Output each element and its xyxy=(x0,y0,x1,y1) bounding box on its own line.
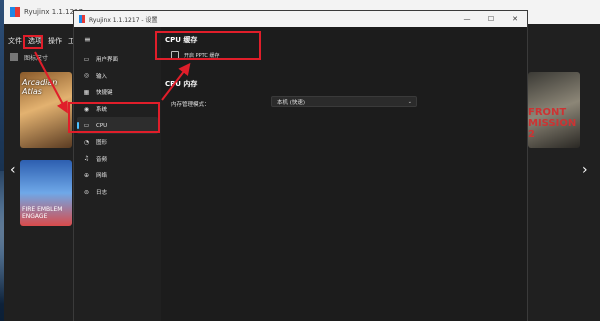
scroll-left-icon[interactable]: ‹ xyxy=(10,162,16,178)
ryujinx-logo-icon xyxy=(79,15,85,23)
menu-file[interactable]: 文件 xyxy=(8,36,22,46)
nav-item-label: 快捷键 xyxy=(96,90,113,97)
nav-item-label: 音频 xyxy=(96,156,108,163)
memory-mode-label: 内存管理模式： xyxy=(171,102,210,108)
log-icon: ⊜ xyxy=(83,188,90,196)
annotation-box-options-menu xyxy=(23,35,43,49)
main-menu-bar: 文件 选项 操作 工具 xyxy=(4,32,82,50)
nav-item-graphics[interactable]: ◔ 图形 xyxy=(74,134,161,151)
keyboard-icon: ▦ xyxy=(83,88,90,96)
game-cover-fire-emblem-engage[interactable]: FIRE EMBLEM ENGAGE xyxy=(20,160,72,226)
nav-item-label: 输入 xyxy=(96,73,108,80)
settings-dialog: Ryujinx 1.1.1217 - 设置 — ☐ ✕ ≡ ▭ 用户界面 ◎ 输… xyxy=(73,10,528,321)
chevron-down-icon: ⌄ xyxy=(407,98,412,105)
memory-mode-select[interactable]: 本机 (快速) ⌄ xyxy=(271,96,417,107)
nav-item-label: 用户界面 xyxy=(96,57,119,64)
nav-item-user-interface[interactable]: ▭ 用户界面 xyxy=(74,51,161,68)
cpu-memory-heading: CPU 内存 xyxy=(165,80,198,88)
hamburger-menu-icon[interactable]: ≡ xyxy=(84,35,91,44)
game-cover-title: FRONT MISSION 2 xyxy=(528,107,577,140)
nav-item-network[interactable]: ⊕ 网络 xyxy=(74,167,161,184)
network-icon: ⊕ xyxy=(83,171,90,179)
nav-item-label: 日志 xyxy=(96,190,108,197)
nav-item-audio[interactable]: ♫ 音频 xyxy=(74,151,161,168)
audio-icon: ♫ xyxy=(83,155,90,163)
settings-content-cpu: CPU 缓存 开启 PPTC 缓存 CPU 内存 内存管理模式： 本机 (快速)… xyxy=(161,27,527,321)
ryujinx-logo-icon xyxy=(10,7,20,17)
settings-title: Ryujinx 1.1.1217 - 设置 xyxy=(89,16,158,24)
user-interface-icon: ▭ xyxy=(83,55,90,63)
annotation-box-cpu-nav xyxy=(68,102,160,133)
maximize-button[interactable]: ☐ xyxy=(479,11,503,27)
minimize-button[interactable]: — xyxy=(455,11,479,27)
close-button[interactable]: ✕ xyxy=(503,11,527,27)
nav-item-hotkeys[interactable]: ▦ 快捷键 xyxy=(74,84,161,101)
window-controls: — ☐ ✕ xyxy=(455,11,527,27)
view-toggle-icon[interactable] xyxy=(10,53,18,61)
memory-mode-value: 本机 (快速) xyxy=(277,99,306,106)
graphics-icon: ◔ xyxy=(83,138,90,146)
game-cover-title: Arcadian Atlas xyxy=(22,78,58,96)
game-cover-arcadian-atlas[interactable]: Arcadian Atlas xyxy=(20,72,72,148)
nav-item-label: 图形 xyxy=(96,140,108,147)
game-cover-title: FIRE EMBLEM ENGAGE xyxy=(22,206,63,220)
nav-item-input[interactable]: ◎ 输入 xyxy=(74,68,161,85)
icon-size-label: 图标尺寸 xyxy=(24,54,49,62)
annotation-box-pptc xyxy=(155,31,261,60)
game-cover-front-mission-2[interactable]: FRONT MISSION 2 xyxy=(528,72,580,148)
settings-sidebar: ≡ ▭ 用户界面 ◎ 输入 ▦ 快捷键 ◉ 系统 ▭ CPU ◔ 图形 ♫ 音频… xyxy=(74,27,161,321)
menu-actions[interactable]: 操作 xyxy=(48,36,62,46)
scroll-right-icon[interactable]: › xyxy=(582,162,588,178)
settings-title-bar: Ryujinx 1.1.1217 - 设置 — ☐ ✕ xyxy=(74,11,527,27)
nav-item-label: 网络 xyxy=(96,173,108,180)
gamepad-icon: ◎ xyxy=(83,72,90,80)
nav-item-logging[interactable]: ⊜ 日志 xyxy=(74,184,161,201)
